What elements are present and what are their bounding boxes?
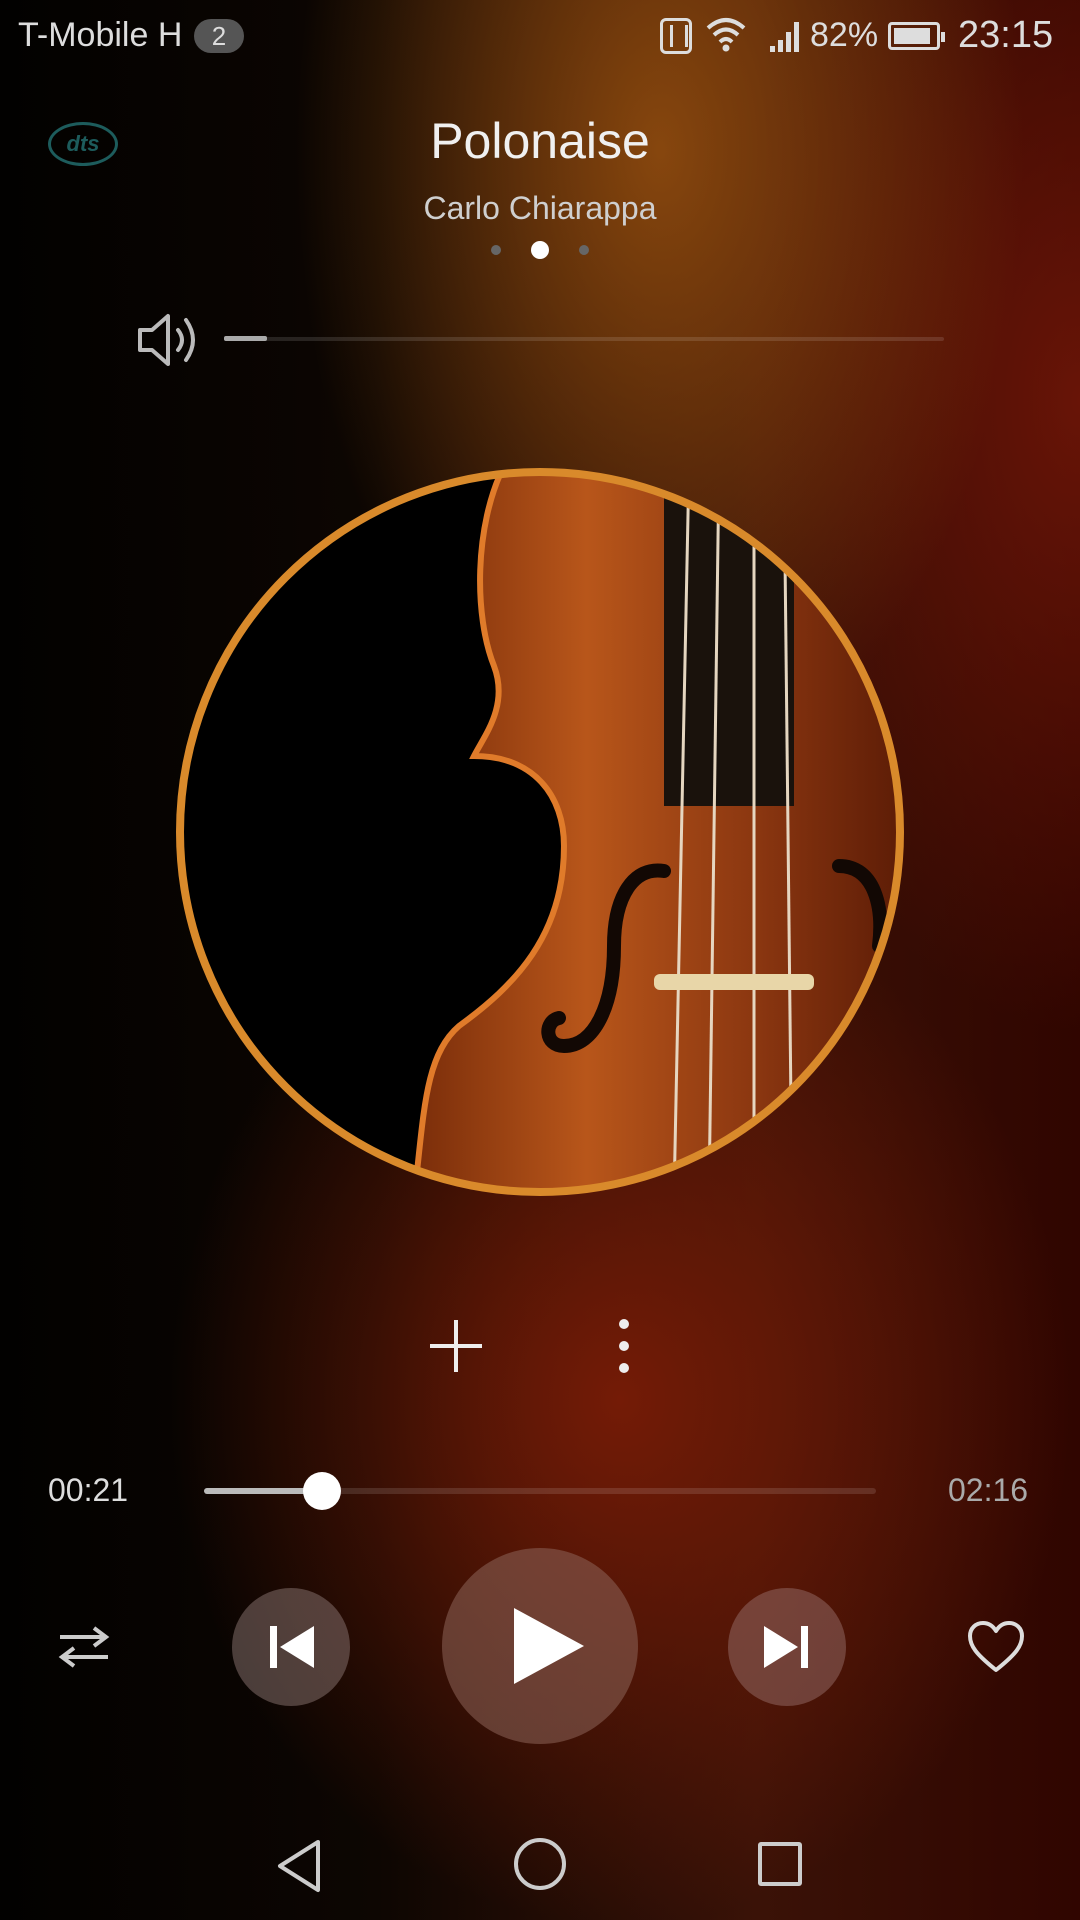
volume-level [224,336,268,341]
plus-icon[interactable] [426,1316,486,1376]
artist-name[interactable]: Carlo Chiarappa [0,190,1080,227]
repeat-shuffle-icon[interactable] [56,1622,112,1672]
album-art [176,468,904,1196]
wifi-icon [706,18,746,52]
skip-previous-icon [270,1626,314,1668]
more-vertical-icon[interactable] [604,1316,644,1376]
song-title: Polonaise [430,113,650,169]
battery-icon [888,22,945,50]
status-bar: T-Mobile H 2 82% 23:15 [0,0,1080,72]
current-time: 00:21 [48,1472,129,1508]
heart-icon[interactable] [966,1620,1026,1676]
status-time: 23:15 [958,14,1054,56]
battery-percent: 82% [810,16,879,54]
back-icon[interactable] [274,1838,326,1894]
play-icon [514,1608,584,1684]
total-time: 02:16 [948,1472,1029,1508]
volume-slider[interactable] [224,337,944,341]
page-dot [491,245,501,255]
signal-icon [770,22,799,52]
recent-apps-icon[interactable] [758,1842,802,1886]
page-indicator [0,240,1080,260]
carrier-name: T-Mobile H [18,16,183,54]
next-button[interactable] [728,1588,846,1706]
sim-badge: 2 [194,19,244,53]
speaker-icon[interactable] [136,310,202,370]
page-dot [579,245,589,255]
seek-bar-thumb[interactable] [302,1472,341,1510]
previous-button[interactable] [232,1588,350,1706]
page-dot-active [531,241,549,259]
home-icon[interactable] [514,1838,566,1890]
nfc-icon [660,18,692,54]
play-button[interactable] [442,1548,638,1744]
skip-next-icon [764,1626,808,1668]
